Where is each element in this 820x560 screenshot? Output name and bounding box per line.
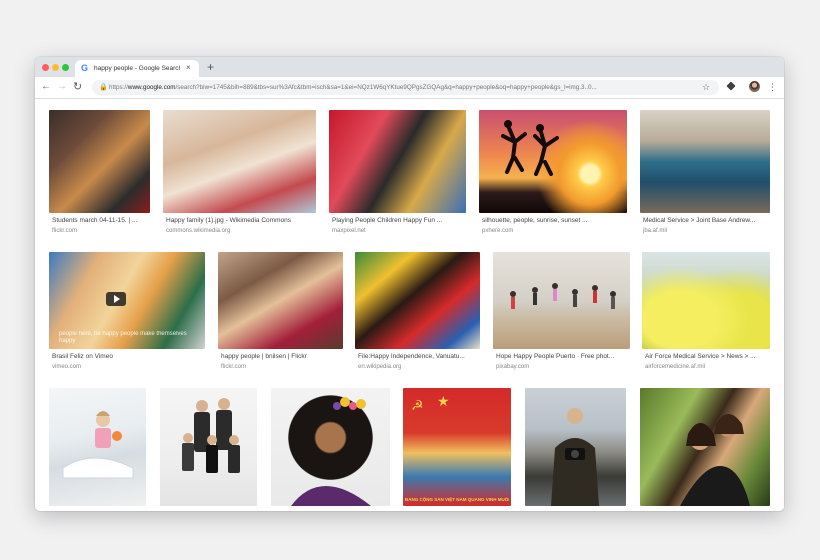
result-thumbnail[interactable]: ☭ ★ ĐẢNG CỘNG SẢN VIỆT NAM QUANG VINH MU…: [403, 388, 511, 506]
tab-strip: G happy people - Google Search × +: [35, 57, 784, 77]
image-result[interactable]: [271, 388, 390, 511]
star-icon: ★: [437, 393, 450, 409]
tab-title: happy people - Google Search: [94, 65, 180, 72]
reload-icon[interactable]: ↻: [73, 80, 82, 94]
image-result[interactable]: [640, 388, 770, 511]
image-result[interactable]: [525, 388, 626, 511]
forward-arrow-icon[interactable]: →: [57, 80, 67, 94]
lock-icon[interactable]: 🔒: [99, 83, 108, 92]
image-result[interactable]: Hope Happy People Puerto · Free phot... …: [493, 252, 630, 377]
result-thumbnail[interactable]: [49, 388, 146, 506]
extension-layers-icon[interactable]: [726, 81, 736, 91]
result-caption[interactable]: Happy family (1).jpg - Wikimedia Commons: [166, 216, 316, 225]
result-caption[interactable]: Hope Happy People Puerto · Free phot...: [496, 352, 630, 361]
url-scheme: https://: [109, 84, 128, 91]
result-domain: flickr.com: [52, 228, 78, 234]
tab-happy-people[interactable]: G happy people - Google Search ×: [75, 60, 199, 77]
image-result[interactable]: Medical Service > Joint Base Andrew... j…: [640, 110, 770, 235]
result-thumbnail[interactable]: [525, 388, 626, 506]
result-thumbnail[interactable]: [329, 110, 466, 213]
result-thumbnail[interactable]: [163, 110, 316, 213]
result-thumbnail[interactable]: [271, 388, 390, 506]
image-results-grid: Students march 04-11-15. | ... flickr.co…: [35, 99, 784, 511]
result-thumbnail[interactable]: [49, 110, 150, 213]
image-result[interactable]: Happy family (1).jpg - Wikimedia Commons…: [163, 110, 316, 235]
result-domain: maxpixel.net: [332, 228, 366, 234]
result-thumbnail[interactable]: [640, 110, 770, 213]
result-thumbnail[interactable]: [479, 110, 627, 213]
result-domain: pxhere.com: [482, 228, 514, 234]
image-result[interactable]: happy people | bnilsen | Flickr flickr.c…: [218, 252, 343, 377]
child-on-chair-icon: [62, 411, 134, 479]
result-caption[interactable]: Air Force Medical Service > News > ...: [645, 352, 770, 361]
result-caption[interactable]: File:Happy Independence, Vanuatu...: [358, 352, 480, 361]
image-result[interactable]: Students march 04-11-15. | ... flickr.co…: [49, 110, 150, 235]
minimize-window-button[interactable]: [52, 64, 59, 71]
image-result[interactable]: Playing People Children Happy Fun ... ma…: [329, 110, 466, 235]
profile-avatar[interactable]: [749, 81, 760, 92]
family-portrait-icon: [182, 398, 240, 473]
result-thumbnail[interactable]: [218, 252, 343, 349]
result-caption[interactable]: Playing People Children Happy Fun ...: [332, 216, 466, 225]
result-domain: jba.af.mil: [643, 228, 668, 234]
close-window-button[interactable]: [42, 64, 49, 71]
poster-slogan: ĐẢNG CỘNG SẢN VIỆT NAM QUANG VINH MUÔN N…: [405, 497, 509, 502]
tab-close-icon[interactable]: ×: [186, 63, 191, 72]
browser-menu-icon[interactable]: ⋮: [768, 80, 777, 94]
image-result[interactable]: silhouette, people, sunrise, sunset ... …: [479, 110, 627, 235]
result-thumbnail[interactable]: people here, be happy people make themse…: [49, 252, 205, 349]
image-result[interactable]: ☭ ★ ĐẢNG CỘNG SẢN VIỆT NAM QUANG VINH MU…: [403, 388, 511, 511]
url-path: /search?biw=1745&bih=889&tbs=sur%3Afc&tb…: [175, 84, 597, 91]
result-domain: airforcemedicine.af.mil: [645, 364, 706, 370]
back-arrow-icon[interactable]: ←: [41, 80, 51, 94]
result-thumbnail[interactable]: [642, 252, 770, 349]
result-thumbnail[interactable]: [493, 252, 630, 349]
hammer-sickle-icon: ☭: [411, 397, 424, 413]
video-overlay-text: people here, be happy people make themse…: [59, 331, 187, 344]
photographer-icon: [551, 408, 599, 506]
flower-crown-icon: [291, 397, 371, 506]
browser-toolbar: ← → ↻ 🔒 https://www.google.com/search?bi…: [35, 77, 784, 99]
result-thumbnail[interactable]: [355, 252, 480, 349]
image-result[interactable]: Air Force Medical Service > News > ... a…: [642, 252, 770, 377]
result-domain: flickr.com: [221, 364, 247, 370]
browser-window: G happy people - Google Search × + ← → ↻…: [35, 57, 784, 511]
image-result[interactable]: people here, be happy people make themse…: [49, 252, 205, 377]
maximize-window-button[interactable]: [62, 64, 69, 71]
url-text[interactable]: https://www.google.com/search?biw=1745&b…: [109, 83, 691, 92]
new-tab-button[interactable]: +: [207, 60, 214, 74]
address-bar[interactable]: 🔒 https://www.google.com/search?biw=1745…: [92, 80, 719, 95]
jumping-people-icon: [510, 283, 616, 309]
result-caption[interactable]: happy people | bnilsen | Flickr: [221, 352, 343, 361]
silhouette-jumpers-icon: [501, 120, 559, 176]
url-host: www.google.com: [127, 84, 176, 91]
two-women-icon: [680, 414, 750, 506]
result-domain: commons.wikimedia.org: [166, 228, 231, 234]
result-caption[interactable]: Brasil Feliz on Vimeo: [52, 352, 205, 361]
image-result[interactable]: [49, 388, 146, 511]
result-thumbnail[interactable]: [160, 388, 257, 506]
result-caption[interactable]: Students march 04-11-15. | ...: [52, 216, 150, 225]
result-caption[interactable]: Medical Service > Joint Base Andrew...: [643, 216, 770, 225]
result-domain: vimeo.com: [52, 364, 82, 370]
video-play-icon[interactable]: [106, 292, 126, 306]
result-thumbnail[interactable]: [640, 388, 770, 506]
bookmark-star-icon[interactable]: ☆: [702, 81, 710, 93]
result-domain: pixabay.com: [496, 364, 530, 370]
image-result[interactable]: [160, 388, 257, 511]
image-result[interactable]: File:Happy Independence, Vanuatu... en.w…: [355, 252, 480, 377]
result-caption[interactable]: silhouette, people, sunrise, sunset ...: [482, 216, 627, 225]
result-domain: en.wikipedia.org: [358, 364, 402, 370]
google-favicon-icon: G: [81, 63, 89, 73]
